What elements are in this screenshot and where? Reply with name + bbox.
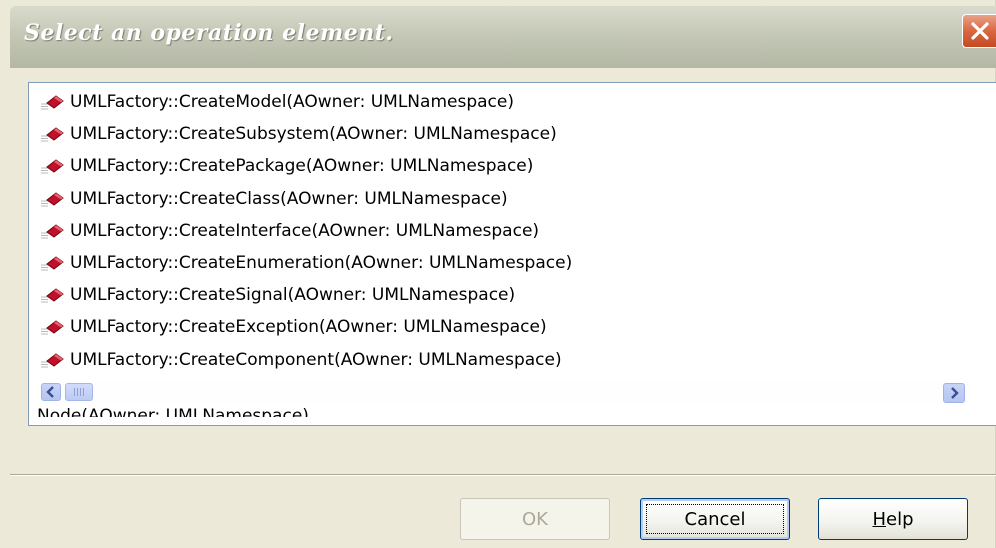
scroll-left-icon: [46, 386, 54, 398]
close-icon: [971, 22, 989, 40]
list-item[interactable]: UMLFactory::CreateInterface(AOwner: UMLN…: [39, 216, 539, 246]
list-item[interactable]: UMLFactory::CreateSubsystem(AOwner: UMLN…: [39, 119, 557, 149]
operation-icon: [39, 155, 67, 177]
list-item-label: UMLFactory::CreateEnumeration(AOwner: UM…: [70, 253, 573, 273]
list-item[interactable]: UMLFactory::CreateSignal(AOwner: UMLName…: [39, 280, 515, 310]
dialog-title: Select an operation element.: [24, 20, 394, 46]
operation-icon: [39, 91, 67, 113]
list-item[interactable]: UMLFactory::CreateComponent(AOwner: UMLN…: [39, 345, 562, 375]
operation-icon: [39, 220, 67, 242]
list-item-label: UMLFactory::CreateClass(AOwner: UMLNames…: [70, 188, 508, 209]
horizontal-scrollbar[interactable]: [37, 381, 971, 403]
scroll-right-icon: [951, 387, 959, 399]
focus-rect: [646, 504, 784, 534]
operation-list[interactable]: UMLFactory::CreateModel(AOwner: UMLNames…: [28, 82, 996, 426]
list-item-label: UMLFactory::CreatePackage(AOwner: UMLNam…: [70, 156, 534, 177]
scroll-left-button[interactable]: [41, 383, 61, 401]
operation-icon: [39, 252, 67, 274]
list-item[interactable]: UMLFactory::CreateException(AOwner: UMLN…: [39, 312, 547, 342]
operation-icon: [39, 188, 67, 210]
select-operation-dialog: Select an operation element. UMLFactory:…: [0, 0, 996, 548]
list-item[interactable]: UMLFactory::CreateModel(AOwner: UMLNames…: [39, 87, 514, 117]
help-button[interactable]: Help: [818, 498, 968, 540]
operation-icon: [39, 316, 67, 338]
list-item-label: UMLFactory::CreateException(AOwner: UMLN…: [70, 317, 547, 338]
list-item-label: UMLFactory::CreateInterface(AOwner: UMLN…: [70, 220, 540, 241]
list-item-partial[interactable]: Node(AOwner: UMLNamespace): [37, 403, 309, 417]
list-item-label: UMLFactory::CreateSignal(AOwner: UMLName…: [70, 285, 516, 306]
scroll-thumb[interactable]: [65, 383, 93, 401]
list-item-label: UMLFactory::CreateModel(AOwner: UMLNames…: [70, 92, 514, 112]
list-item[interactable]: UMLFactory::CreatePackage(AOwner: UMLNam…: [39, 151, 533, 181]
thumb-grip: [74, 388, 84, 396]
list-item[interactable]: UMLFactory::CreateEnumeration(AOwner: UM…: [39, 248, 572, 278]
list-item[interactable]: UMLFactory::CreateClass(AOwner: UMLNames…: [39, 184, 508, 214]
title-bar[interactable]: Select an operation element.: [10, 6, 996, 68]
help-mnemonic: H: [872, 508, 887, 530]
operation-icon: [39, 123, 67, 145]
operation-icon: [39, 284, 67, 306]
cancel-button[interactable]: Cancel: [640, 498, 790, 540]
close-button[interactable]: [962, 14, 996, 48]
list-item-label: UMLFactory::CreateSubsystem(AOwner: UMLN…: [70, 124, 557, 145]
list-item-label: UMLFactory::CreateComponent(AOwner: UMLN…: [70, 349, 562, 370]
separator: [10, 474, 996, 476]
scroll-right-button[interactable]: [943, 383, 965, 403]
operation-icon: [39, 349, 67, 371]
ok-button[interactable]: OK: [460, 498, 610, 540]
help-label-rest: elp: [886, 508, 914, 530]
